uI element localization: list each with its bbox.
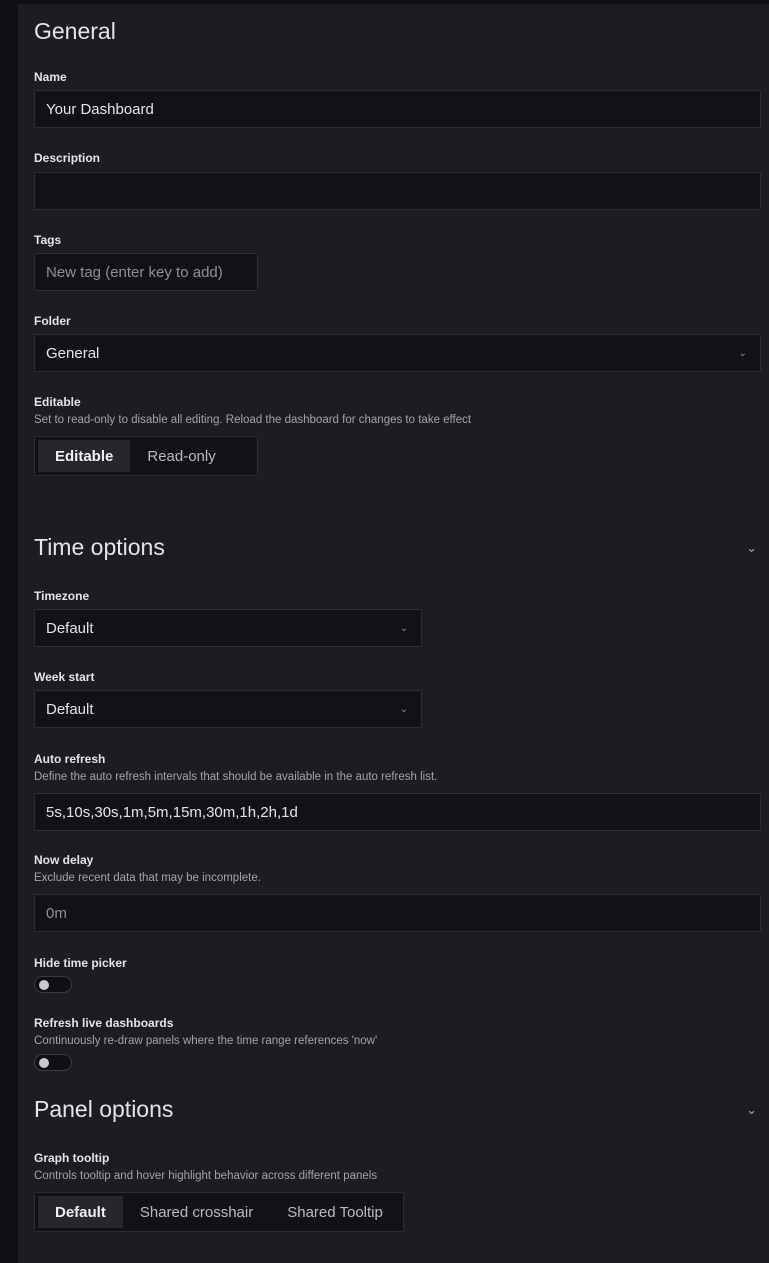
graph-tooltip-option-shared-tooltip[interactable]: Shared Tooltip (270, 1196, 400, 1228)
refresh-live-toggle[interactable] (34, 1054, 72, 1071)
editable-option-read-only[interactable]: Read-only (130, 440, 232, 472)
now-delay-label: Now delay (34, 853, 94, 867)
chevron-down-icon[interactable]: ⌄ (746, 1102, 757, 1118)
week-start-label: Week start (34, 670, 95, 684)
panel-options-section-header[interactable]: Panel options ⌄ (34, 1096, 761, 1123)
name-label: Name (34, 70, 67, 84)
week-start-select-value: Default (46, 700, 94, 718)
graph-tooltip-radio-group: Default Shared crosshair Shared Tooltip (34, 1192, 404, 1232)
name-input-value: Your Dashboard (46, 100, 154, 118)
timezone-label: Timezone (34, 589, 90, 603)
description-label: Description (34, 151, 101, 165)
toggle-knob (39, 980, 49, 990)
time-options-title: Time options (34, 534, 165, 560)
folder-label: Folder (34, 314, 71, 328)
folder-select-value: General (46, 344, 100, 362)
now-delay-input-placeholder: 0m (46, 904, 67, 922)
graph-tooltip-label: Graph tooltip (34, 1151, 110, 1165)
graph-tooltip-option-shared-crosshair[interactable]: Shared crosshair (123, 1196, 270, 1228)
panel-options-title: Panel options (34, 1096, 174, 1122)
editable-option-editable[interactable]: Editable (38, 440, 131, 472)
auto-refresh-input[interactable]: 5s,10s,30s,1m,5m,15m,30m,1h,2h,1d (34, 793, 761, 831)
description-input[interactable] (34, 172, 761, 210)
editable-label: Editable (34, 395, 81, 409)
graph-tooltip-description: Controls tooltip and hover highlight beh… (34, 1170, 378, 1182)
hide-time-picker-label: Hide time picker (34, 956, 127, 970)
now-delay-input[interactable]: 0m (34, 894, 761, 932)
hide-time-picker-toggle[interactable] (34, 976, 72, 993)
dashboard-settings-panel: General Name Your Dashboard Description … (18, 4, 769, 1263)
chevron-down-icon: ⌄ (399, 703, 408, 715)
general-title: General (34, 18, 116, 44)
name-input[interactable]: Your Dashboard (34, 90, 761, 128)
time-options-section-header[interactable]: Time options ⌄ (34, 534, 761, 561)
refresh-live-label: Refresh live dashboards (34, 1016, 174, 1030)
refresh-live-description: Continuously re-draw panels where the ti… (34, 1035, 378, 1047)
timezone-select-value: Default (46, 619, 94, 637)
editable-radio-group: Editable Read-only (34, 436, 258, 476)
tags-input[interactable]: New tag (enter key to add) (34, 253, 258, 291)
auto-refresh-description: Define the auto refresh intervals that s… (34, 771, 438, 783)
chevron-down-icon: ⌄ (399, 622, 408, 634)
chevron-down-icon: ⌄ (738, 347, 747, 359)
toggle-knob (39, 1058, 49, 1068)
timezone-select[interactable]: Default ⌄ (34, 609, 422, 647)
editable-description: Set to read-only to disable all editing.… (34, 414, 472, 426)
general-section-title: General (34, 18, 761, 45)
chevron-down-icon[interactable]: ⌄ (746, 540, 757, 556)
folder-select[interactable]: General ⌄ (34, 334, 761, 372)
tags-label: Tags (34, 233, 62, 247)
week-start-select[interactable]: Default ⌄ (34, 690, 422, 728)
graph-tooltip-option-default[interactable]: Default (38, 1196, 123, 1228)
auto-refresh-label: Auto refresh (34, 752, 106, 766)
auto-refresh-input-value: 5s,10s,30s,1m,5m,15m,30m,1h,2h,1d (46, 803, 298, 821)
now-delay-description: Exclude recent data that may be incomple… (34, 872, 261, 884)
tags-input-placeholder: New tag (enter key to add) (46, 263, 223, 281)
